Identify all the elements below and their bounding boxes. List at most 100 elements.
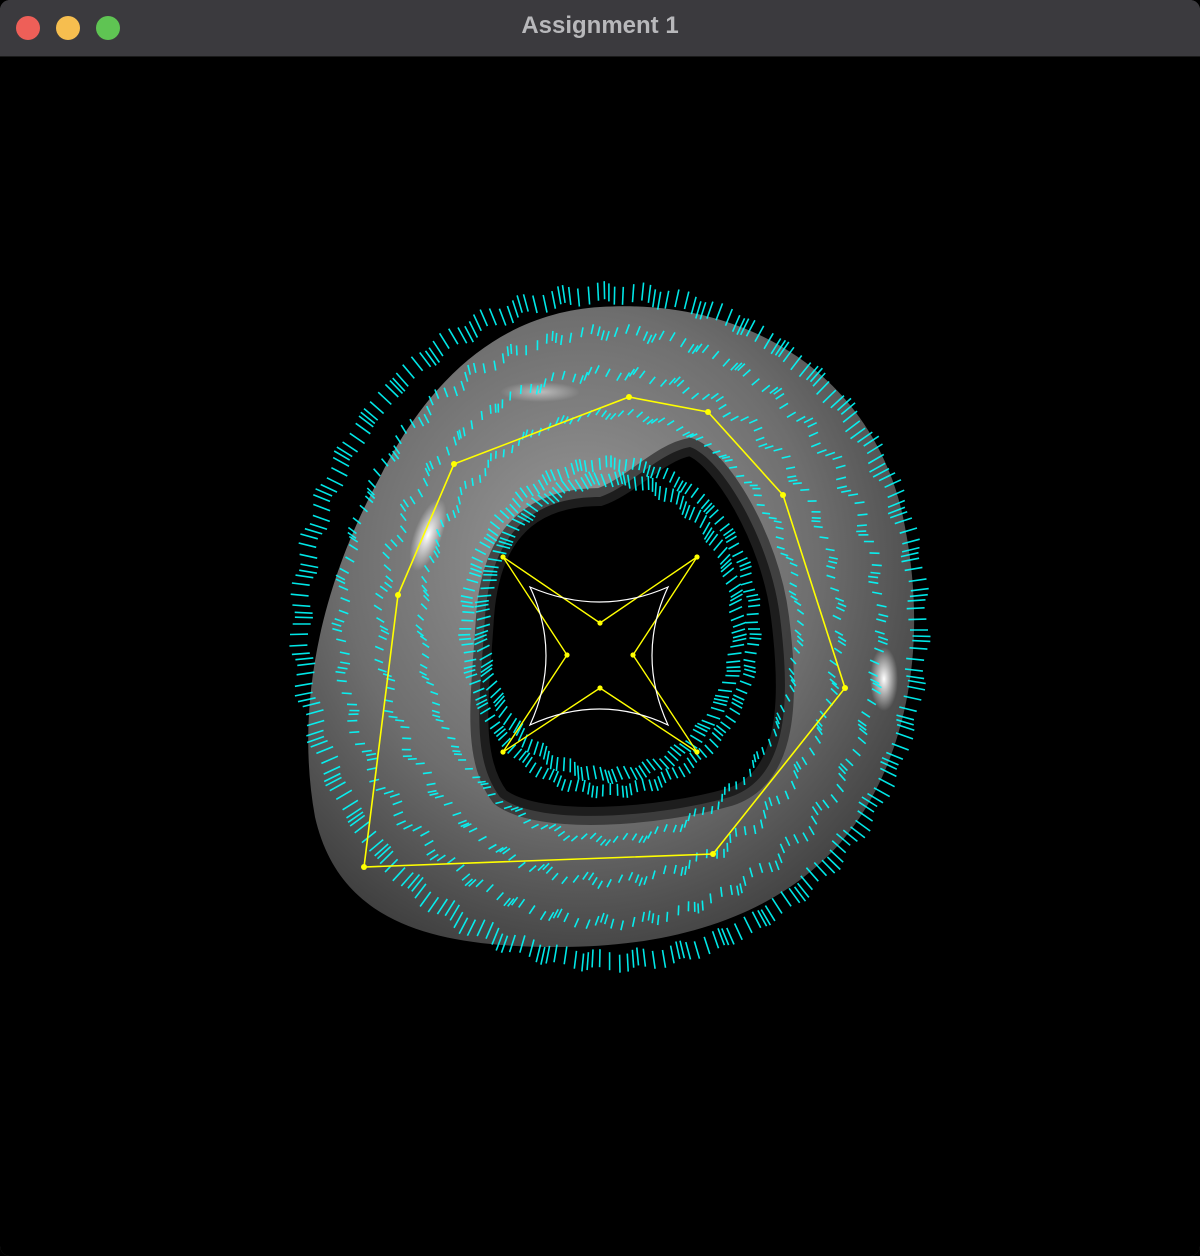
normal-vector	[458, 633, 471, 636]
normal-vector	[670, 488, 675, 503]
normal-vector	[553, 944, 558, 963]
normal-vector	[581, 779, 586, 792]
normal-vector	[616, 766, 624, 780]
normal-vector	[747, 642, 760, 646]
normal-vector	[349, 432, 366, 445]
normal-vector	[489, 404, 492, 414]
normal-vector	[735, 781, 738, 790]
normal-vector	[428, 347, 441, 363]
normal-vector	[744, 651, 757, 655]
normal-vector	[488, 308, 498, 326]
scene-canvas	[289, 281, 931, 973]
normal-vector	[511, 444, 514, 454]
normal-vector	[636, 947, 640, 966]
normal-vector	[712, 701, 727, 707]
normal-vector	[709, 893, 712, 904]
normal-vector	[573, 950, 578, 969]
normal-vector	[683, 291, 690, 310]
gl-viewport[interactable]	[0, 57, 1200, 1256]
normal-vector	[800, 875, 814, 891]
normal-vector	[714, 515, 725, 525]
normal-vector	[555, 757, 559, 772]
normal-vector	[298, 542, 317, 549]
normal-vector	[599, 766, 605, 781]
normal-vector	[855, 819, 871, 832]
normal-vector	[719, 522, 730, 532]
normal-vector	[674, 289, 680, 308]
normal-vector	[464, 325, 475, 343]
normal-vector	[664, 755, 676, 767]
normal-vector	[557, 286, 562, 305]
normal-vector	[748, 598, 761, 602]
normal-vector	[704, 744, 714, 755]
profile-curve	[528, 585, 670, 727]
normal-vector	[509, 391, 512, 401]
normal-vector	[743, 776, 746, 786]
normal-vector	[562, 757, 566, 772]
normal-vector	[610, 768, 618, 783]
normal-vector	[363, 407, 379, 421]
normal-vector	[699, 514, 708, 529]
normal-vector	[452, 750, 461, 753]
normal-vector	[535, 944, 542, 963]
normal-vector	[545, 945, 551, 964]
normal-vector	[506, 305, 515, 324]
normal-vector	[400, 726, 410, 729]
normal-vector	[684, 483, 693, 495]
normal-vector	[679, 940, 686, 959]
normal-vector	[587, 782, 591, 795]
normal-vector	[740, 580, 753, 586]
normal-vector	[711, 930, 720, 949]
normal-vector	[736, 556, 748, 564]
normal-vector	[300, 563, 319, 569]
normal-vector	[395, 719, 405, 722]
normal-vector	[618, 459, 621, 472]
normal-vector	[294, 691, 313, 697]
normal-vector	[407, 757, 417, 761]
normal-vector	[489, 721, 501, 730]
normal-vector	[870, 571, 881, 575]
normal-vector	[622, 765, 631, 780]
normal-vector	[596, 282, 600, 301]
normal-vector	[289, 644, 308, 647]
normal-vector	[601, 784, 604, 797]
normal-vector	[542, 745, 548, 760]
normal-vector	[480, 586, 495, 590]
normal-vector	[626, 953, 629, 972]
normal-vector	[459, 637, 472, 641]
normal-vector	[515, 345, 518, 356]
normal-vector	[300, 533, 319, 540]
normal-vector	[717, 546, 728, 559]
normal-vector	[800, 488, 810, 491]
normal-vector	[745, 621, 758, 624]
normal-vector	[665, 768, 672, 780]
normal-vector	[574, 779, 580, 792]
normal-vector	[693, 941, 701, 959]
normal-vector	[641, 282, 645, 301]
normal-vector	[587, 286, 591, 305]
normal-vector	[698, 747, 708, 759]
normal-vector	[725, 575, 738, 585]
normal-vector	[689, 734, 703, 744]
title-bar[interactable]: Assignment 1	[0, 0, 1200, 57]
normal-vector	[295, 657, 314, 661]
normal-vector	[908, 618, 927, 621]
normal-vector	[725, 674, 740, 677]
normal-vector	[664, 290, 670, 309]
normal-vector	[657, 776, 663, 788]
normal-vector	[907, 685, 926, 691]
normal-vector	[739, 561, 751, 568]
normal-vector	[642, 948, 647, 967]
normal-vector	[743, 664, 756, 669]
normal-vector	[871, 564, 882, 567]
normal-vector	[673, 476, 681, 488]
normal-vector	[690, 487, 699, 499]
normal-vector	[684, 504, 691, 519]
normal-vector	[729, 707, 741, 716]
normal-vector	[295, 574, 314, 579]
normal-vector	[400, 424, 408, 435]
normal-vector	[739, 572, 752, 578]
normal-vector	[320, 483, 338, 493]
normal-vector	[688, 506, 696, 521]
normal-vector	[415, 762, 425, 765]
